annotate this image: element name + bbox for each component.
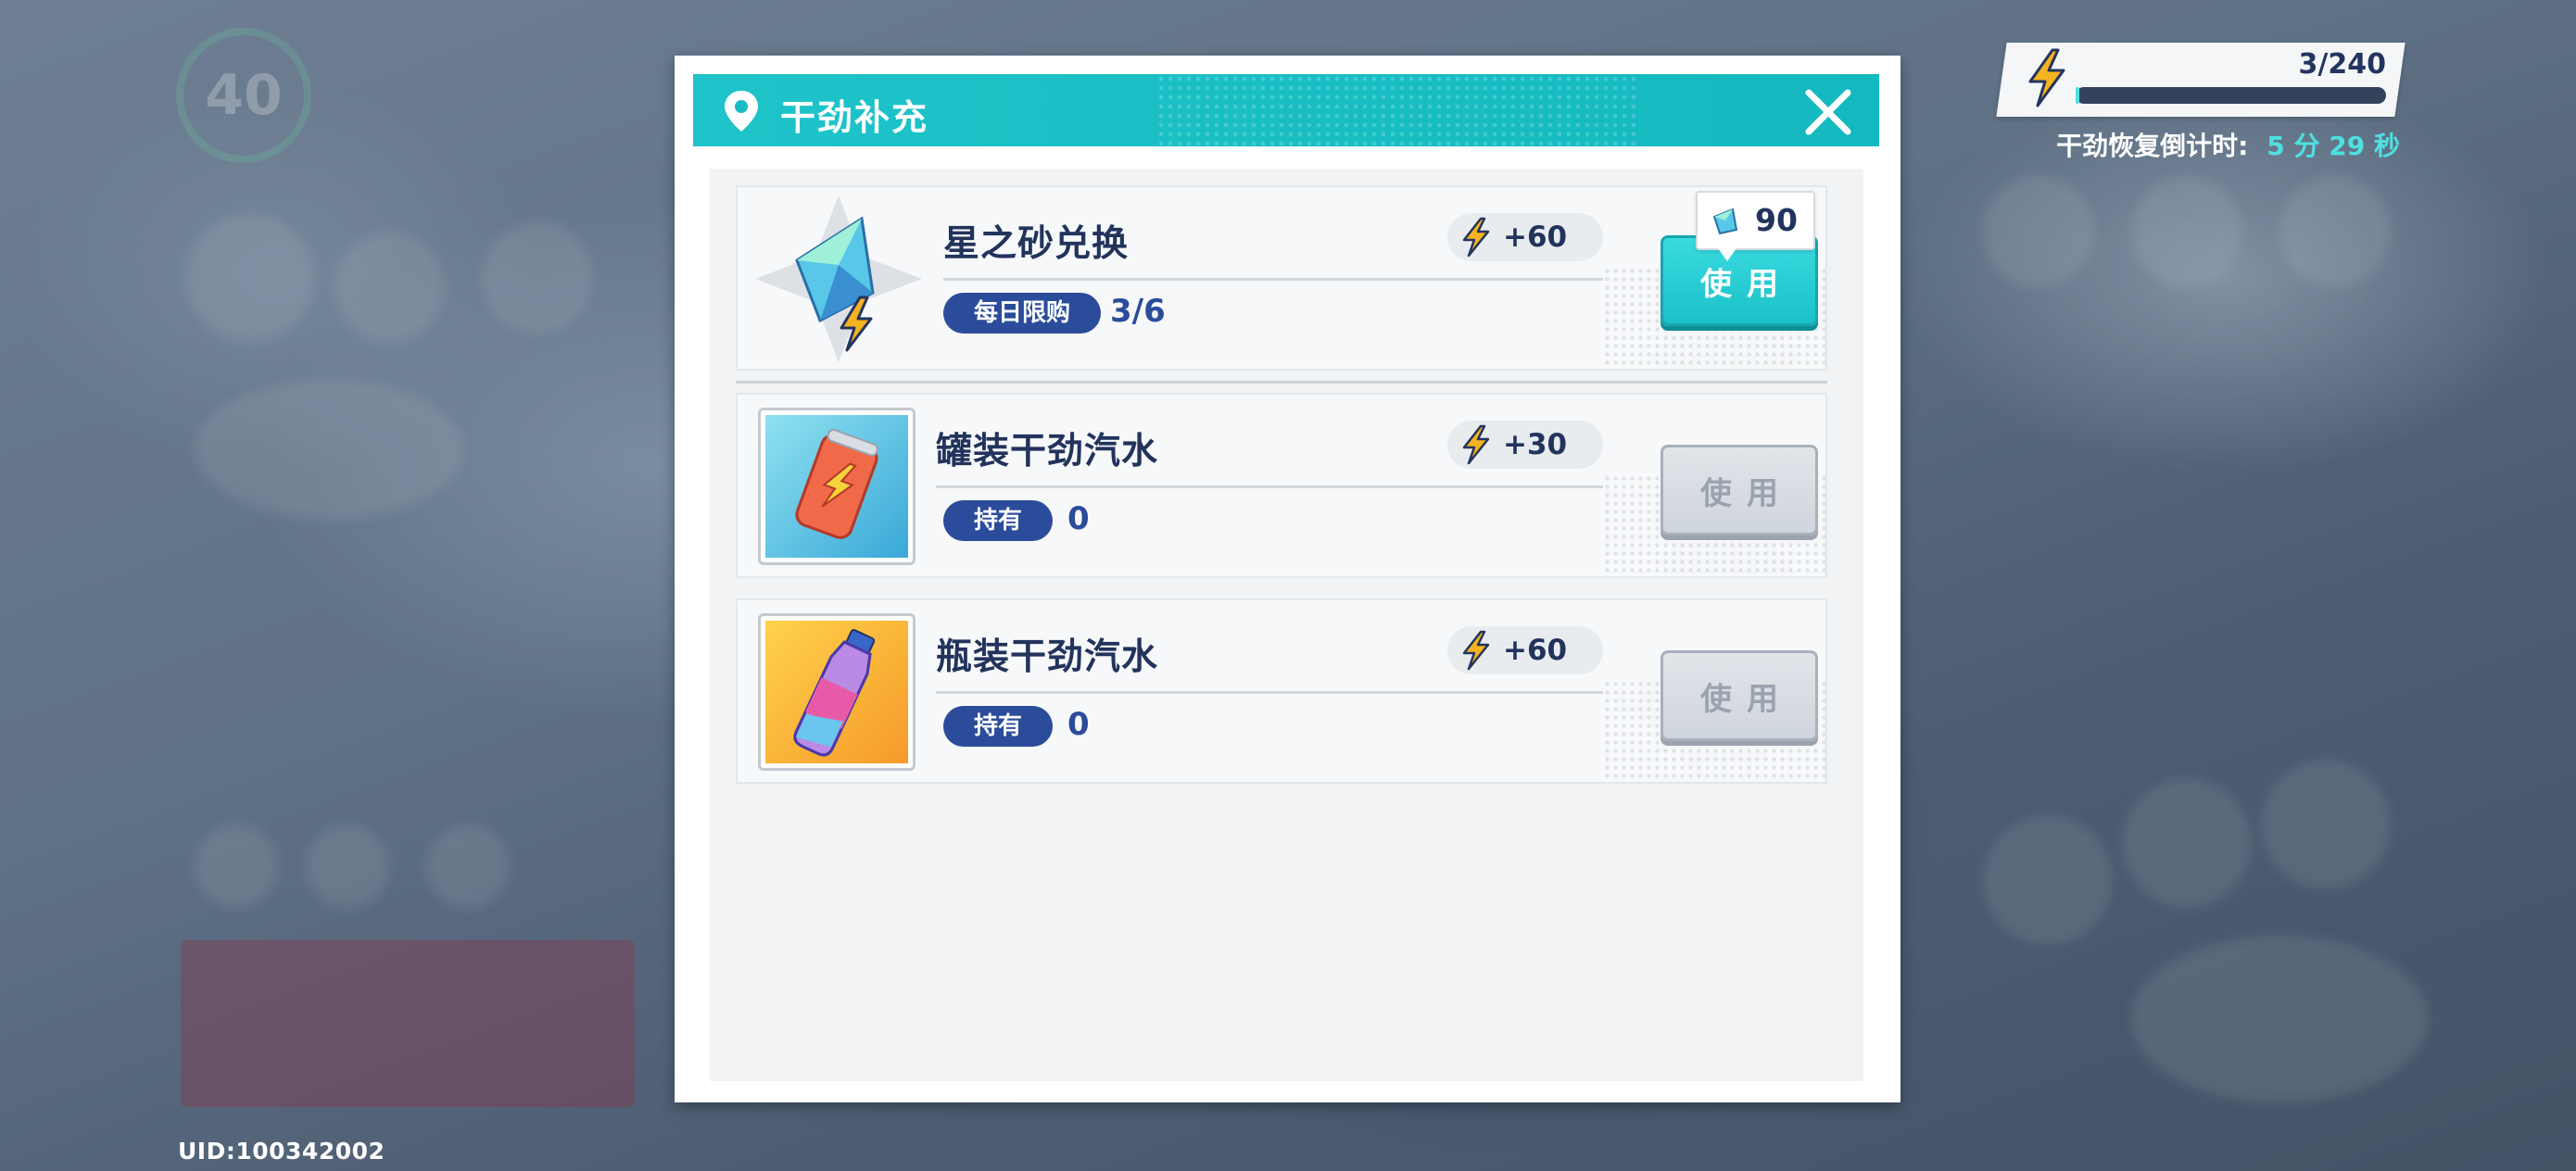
energy-progress-bar xyxy=(2076,87,2386,104)
star-sand-cost-tag: 90 xyxy=(1696,191,1815,261)
energy-gain-value: +60 xyxy=(1503,220,1568,254)
energy-gain-pill: +30 xyxy=(1447,421,1603,469)
owned-count: 0 xyxy=(1067,500,1090,537)
energy-gain-pill: +60 xyxy=(1447,213,1603,261)
lightning-bolt-icon xyxy=(1462,217,1490,258)
energy-value: 3/240 xyxy=(2298,48,2386,81)
item-name: 星之砂兑换 xyxy=(943,223,1130,265)
lightning-bolt-icon xyxy=(1462,630,1490,671)
daily-limit-tag: 每日限购 xyxy=(943,293,1101,334)
soda-can-icon xyxy=(765,415,908,558)
energy-progress-fill xyxy=(2076,87,2080,104)
energy-gain-pill: +60 xyxy=(1447,626,1603,674)
owned-count: 0 xyxy=(1067,706,1090,743)
owned-tag: 持有 xyxy=(943,706,1053,747)
energy-recover-timer: 干劲恢复倒计时: 5 分 29 秒 xyxy=(2048,126,2400,163)
energy-gain-value: +60 xyxy=(1503,634,1568,667)
dialog-title: 干劲补充 xyxy=(780,97,929,138)
soda-bottle-icon xyxy=(765,621,908,763)
soda-can-icon-frame xyxy=(758,408,915,565)
use-button-bottled-soda[interactable]: 使用 xyxy=(1661,650,1818,741)
dialog-body: 星之砂兑换 +60 每日限购 3/6 90 使用 罐装干劲汽水 +30 持有 0… xyxy=(710,169,1863,1081)
purchase-count: 3/6 xyxy=(1110,293,1166,330)
item-name: 瓶装干劲汽水 xyxy=(936,636,1159,678)
divider xyxy=(936,691,1603,694)
dialog-header: 干劲补充 xyxy=(693,74,1879,146)
owned-tag: 持有 xyxy=(943,500,1053,541)
star-sand-crystal-icon xyxy=(755,195,922,362)
energy-recover-time: 5 分 29 秒 xyxy=(2267,131,2400,161)
close-button[interactable] xyxy=(1799,83,1857,141)
gem-currency-icon xyxy=(1712,208,1738,235)
divider xyxy=(936,485,1603,488)
lightning-bolt-icon xyxy=(2028,48,2065,107)
divider xyxy=(943,278,1603,281)
item-name: 罐装干劲汽水 xyxy=(936,431,1159,472)
energy-recover-label: 干劲恢复倒计时: xyxy=(2056,131,2249,161)
player-uid: UID:100342002 xyxy=(178,1138,385,1165)
energy-refill-dialog: 干劲补充 星之砂兑换 +60 每日限购 3/6 90 使用 罐装干劲汽水 +30… xyxy=(675,56,1900,1102)
use-button-canned-soda[interactable]: 使用 xyxy=(1661,445,1818,535)
energy-gain-value: +30 xyxy=(1503,428,1568,461)
soda-bottle-icon-frame xyxy=(758,613,915,771)
row-divider xyxy=(736,381,1827,384)
lightning-bolt-icon xyxy=(1462,424,1490,465)
cost-value: 90 xyxy=(1755,202,1798,238)
location-pin-icon xyxy=(725,91,758,132)
